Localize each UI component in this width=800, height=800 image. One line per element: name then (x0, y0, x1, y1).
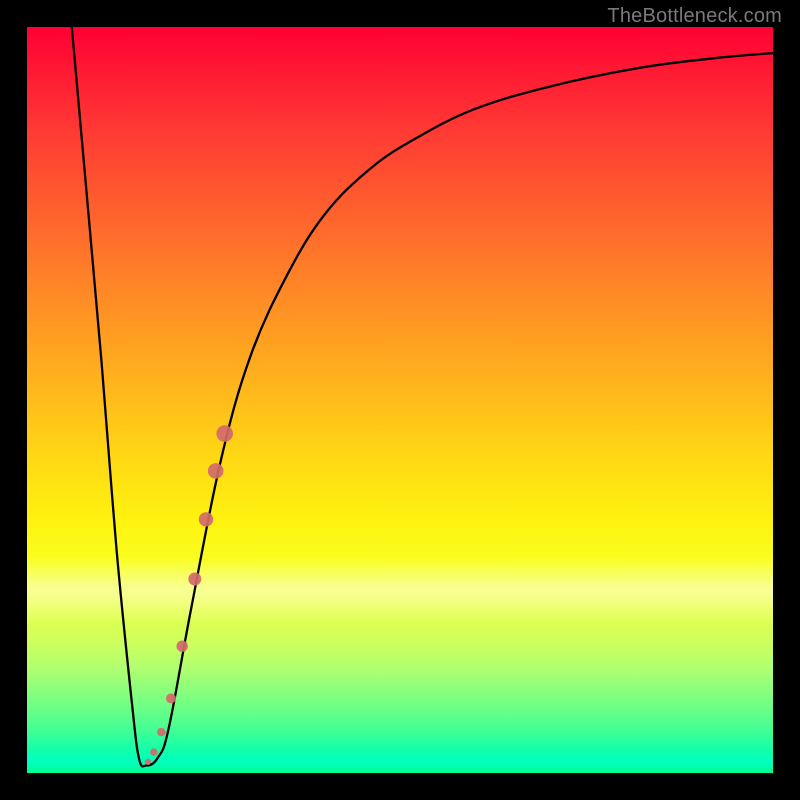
haze-band (27, 557, 773, 624)
marker-dot (145, 759, 151, 765)
marker-dot (157, 728, 166, 737)
marker-dot (188, 573, 201, 586)
plot-area (27, 27, 773, 773)
marker-dot (199, 512, 213, 526)
marker-dot (177, 641, 188, 652)
watermark-text: TheBottleneck.com (607, 5, 782, 28)
marker-dot (208, 463, 224, 479)
marker-dot (166, 693, 176, 703)
highlight-markers (145, 425, 233, 765)
chart-frame: TheBottleneck.com (0, 0, 800, 800)
chart-svg (27, 27, 773, 773)
marker-dot (216, 425, 233, 442)
bottleneck-curve (72, 27, 773, 766)
marker-dot (150, 748, 157, 755)
